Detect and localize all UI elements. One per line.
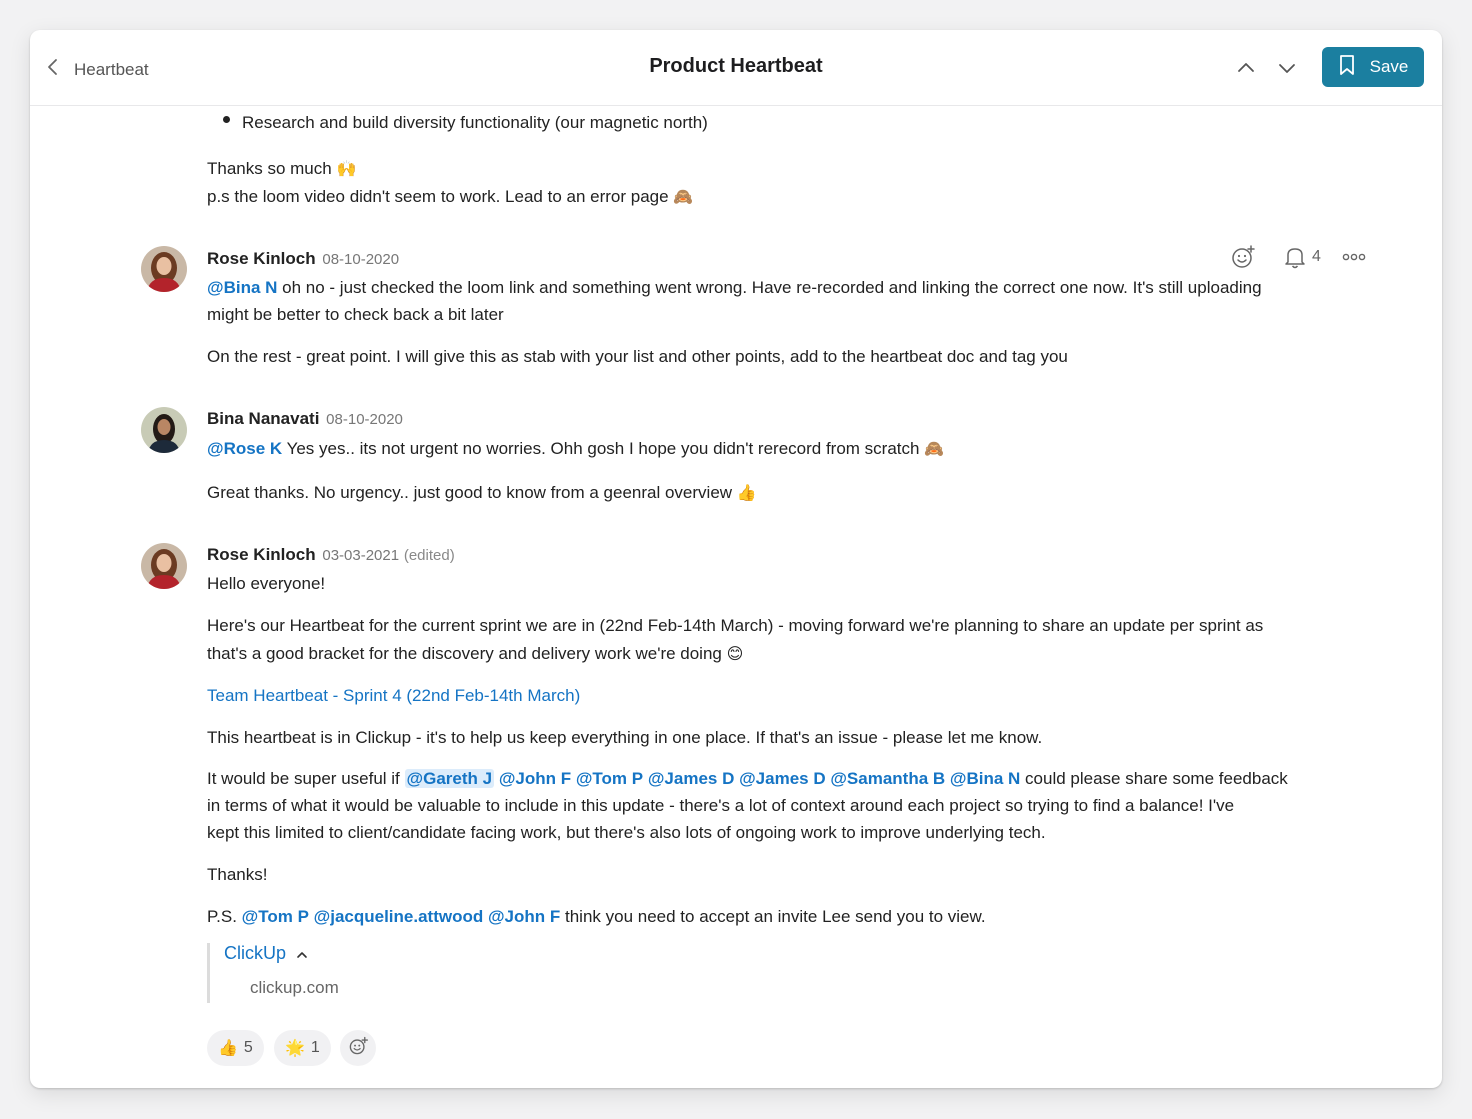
- mention[interactable]: @John F: [499, 769, 571, 788]
- thumbs-up-emoji: 👍: [736, 485, 757, 502]
- bookmark-icon: [1338, 54, 1356, 81]
- avatar[interactable]: [141, 407, 187, 453]
- comment-line: On the rest - great point. I will give t…: [207, 347, 1068, 366]
- header-bar: Heartbeat Product Heartbeat Save: [30, 30, 1442, 106]
- avatar[interactable]: [141, 543, 187, 589]
- task-window: Heartbeat Product Heartbeat Save Researc…: [30, 30, 1442, 1088]
- mention[interactable]: @Tom P: [576, 769, 643, 788]
- chevron-down-icon: [1275, 64, 1299, 84]
- more-icon[interactable]: [1341, 244, 1367, 270]
- add-reaction-icon: [347, 1035, 369, 1062]
- comment-line: @Bina N oh no - just checked the loom li…: [207, 278, 1262, 297]
- mention[interactable]: @Rose K: [207, 439, 282, 458]
- mention[interactable]: @jacqueline.attwood: [314, 907, 484, 926]
- save-label: Save: [1369, 57, 1409, 76]
- comment-date: 08-10-2020: [326, 411, 403, 428]
- comment-line: @Rose K Yes yes.. its not urgent no worr…: [207, 439, 945, 458]
- comment-line: Thanks!: [207, 865, 268, 884]
- preview-title-toggle[interactable]: ClickUp: [224, 943, 308, 964]
- comment-line: p.s the loom video didn't seem to work. …: [207, 187, 694, 206]
- comment-date: 03-03-2021: [322, 547, 400, 564]
- comment-header: Rose Kinloch 03-03-2021 (edited): [207, 541, 455, 569]
- comment-line: Great thanks. No urgency.. just good to …: [207, 483, 757, 502]
- comment-line: Hello everyone!: [207, 574, 326, 593]
- avatar[interactable]: [141, 246, 187, 292]
- author-name[interactable]: Bina Nanavati: [207, 409, 319, 428]
- see-no-evil-emoji: 🙈: [924, 441, 945, 458]
- mention[interactable]: @James D: [648, 769, 735, 788]
- bell-icon[interactable]: [1282, 244, 1308, 270]
- see-no-evil-emoji: 🙈: [673, 189, 694, 206]
- heartbeat-link[interactable]: Team Heartbeat - Sprint 4 (22nd Feb-14th…: [207, 682, 580, 709]
- reaction-count: 1: [310, 1039, 320, 1056]
- comment-line: This heartbeat is in Clickup - it's to h…: [207, 728, 1043, 747]
- collapse-chevron-icon: [296, 943, 308, 964]
- chevron-up-icon: [1234, 63, 1258, 84]
- link-preview: ClickUp clickup.com: [207, 943, 407, 1003]
- comment-date: 08-10-2020: [322, 251, 400, 268]
- edited-label: (edited): [403, 547, 455, 564]
- mention[interactable]: @Gareth J: [404, 769, 495, 788]
- star-emoji: 🌟: [285, 1040, 305, 1057]
- comment-line: It would be super useful if @Gareth J @J…: [207, 769, 1288, 788]
- comment-header: Bina Nanavati 08-10-2020: [207, 405, 403, 433]
- comment-line: in terms of what it would be valuable to…: [207, 796, 1235, 815]
- bullet-text: Research and build diversity functionali…: [242, 113, 708, 132]
- reminder-count: 4: [1312, 248, 1321, 265]
- comment-line: Here's our Heartbeat for the current spr…: [207, 616, 1264, 635]
- previous-item-button[interactable]: [1234, 56, 1258, 80]
- mention[interactable]: @Bina N: [207, 278, 277, 297]
- mention[interactable]: @James D: [739, 769, 826, 788]
- bullet-dot: [223, 116, 230, 123]
- author-name[interactable]: Rose Kinloch: [207, 545, 316, 564]
- reaction-count: 5: [243, 1039, 253, 1056]
- next-item-button[interactable]: [1275, 56, 1299, 80]
- add-reaction-button[interactable]: [340, 1030, 376, 1066]
- mention[interactable]: @Samantha B: [830, 769, 945, 788]
- page-title: Product Heartbeat: [649, 55, 823, 77]
- comment-line: kept this limited to client/candidate fa…: [207, 823, 1046, 842]
- preview-title: ClickUp: [224, 943, 287, 963]
- preview-domain: clickup.com: [250, 978, 339, 997]
- mention[interactable]: @John F: [488, 907, 560, 926]
- comment-header: Rose Kinloch 08-10-2020: [207, 245, 399, 273]
- mention[interactable]: @Bina N: [950, 769, 1020, 788]
- save-button[interactable]: Save: [1322, 47, 1424, 87]
- reaction-star[interactable]: 🌟 1: [274, 1030, 331, 1066]
- comment-line: might be better to check back a bit late…: [207, 305, 504, 324]
- comment-line: that's a good bracket for the discovery …: [207, 644, 744, 663]
- comment-line: P.S. @Tom P @jacqueline.attwood @John F …: [207, 907, 986, 926]
- reaction-thumbs-up[interactable]: 👍 5: [207, 1030, 264, 1066]
- add-reaction-icon[interactable]: [1230, 244, 1256, 270]
- raised-hands-emoji: 🙌: [336, 161, 357, 178]
- mention[interactable]: @Tom P: [242, 907, 309, 926]
- author-name[interactable]: Rose Kinloch: [207, 249, 316, 268]
- smile-emoji: 😊: [726, 646, 744, 663]
- comment-actions: 4: [1230, 244, 1367, 270]
- thumbs-up-emoji: 👍: [218, 1040, 238, 1057]
- comment-line: Thanks so much 🙌: [207, 159, 357, 178]
